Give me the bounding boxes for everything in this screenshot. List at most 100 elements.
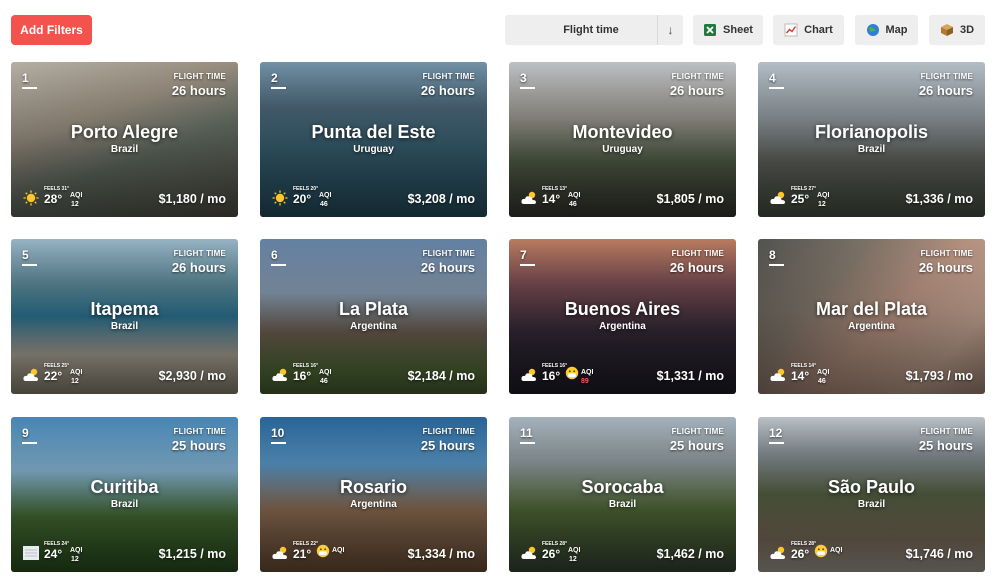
- rank-underline: [769, 264, 784, 266]
- city-name: Buenos Aires: [564, 299, 681, 319]
- city-card[interactable]: 11 FLIGHT TIME 25 hours Sorocaba Brazil FEELS…: [509, 417, 736, 572]
- cost-of-living: $1,215 / mo: [158, 547, 226, 561]
- cost-of-living: $2,930 / mo: [158, 369, 226, 383]
- aqi-label: AQI: [319, 369, 332, 376]
- country-name: Brazil: [857, 499, 886, 510]
- flight-time-value: 26 hours: [918, 83, 973, 98]
- temperature: 21°: [293, 547, 312, 561]
- rank-underline: [22, 87, 37, 89]
- flight-time-value: 25 hours: [420, 438, 475, 453]
- flight-time-value: 26 hours: [669, 83, 724, 98]
- sort-direction-arrow-icon[interactable]: ↓: [657, 15, 683, 45]
- temperature: 20°: [293, 192, 312, 206]
- 3d-button[interactable]: 3D: [929, 15, 985, 45]
- mask-face-icon: [814, 544, 828, 558]
- cloud-icon: [271, 367, 289, 383]
- temperature: 26°: [542, 547, 561, 561]
- aqi-label: AQI: [817, 192, 830, 199]
- rank-number: 2: [271, 71, 278, 85]
- rank-number: 9: [22, 426, 29, 440]
- country-name: Brazil: [608, 499, 637, 510]
- flight-time-value: 26 hours: [420, 83, 475, 98]
- temperature: 16°: [293, 369, 312, 383]
- city-card[interactable]: 1 FLIGHT TIME 26 hours Porto Alegre Brazil FE…: [11, 62, 238, 217]
- flight-time-label: FLIGHT TIME: [422, 72, 475, 81]
- flight-time-label: FLIGHT TIME: [173, 427, 226, 436]
- rank-underline: [769, 442, 784, 444]
- temperature: 16°: [542, 369, 561, 383]
- chart-button[interactable]: Chart: [773, 15, 844, 45]
- aqi-label: AQI: [830, 547, 843, 554]
- aqi-value: 12: [569, 556, 577, 563]
- flight-time-label: FLIGHT TIME: [173, 249, 226, 258]
- temperature: 22°: [44, 369, 63, 383]
- add-filters-button[interactable]: Add Filters: [11, 15, 92, 45]
- flight-time-value: 26 hours: [420, 260, 475, 275]
- aqi-label: AQI: [568, 547, 581, 554]
- cloud-icon: [769, 545, 787, 561]
- aqi-value: 46: [320, 201, 328, 208]
- cloud-icon: [520, 367, 538, 383]
- city-card[interactable]: 10 FLIGHT TIME 25 hours Rosario Argentina FEE…: [260, 417, 487, 572]
- aqi-label: AQI: [70, 192, 83, 199]
- rank-number: 1: [22, 71, 29, 85]
- rank-number: 3: [520, 71, 527, 85]
- country-name: Uruguay: [353, 144, 394, 155]
- cost-of-living: $1,793 / mo: [905, 369, 973, 383]
- flight-time-value: 25 hours: [918, 438, 973, 453]
- city-card[interactable]: 3 FLIGHT TIME 26 hours Montevideo Uruguay FEE…: [509, 62, 736, 217]
- country-name: Brazil: [110, 321, 139, 332]
- city-name: Montevideo: [572, 122, 673, 142]
- cost-of-living: $1,462 / mo: [656, 547, 724, 561]
- sort-select[interactable]: Flight time ↓: [505, 15, 683, 45]
- city-card[interactable]: 5 FLIGHT TIME 26 hours Itapema Brazil FEELS 2…: [11, 239, 238, 394]
- temperature: 14°: [791, 369, 810, 383]
- city-card[interactable]: 4 FLIGHT TIME 26 hours Florianopolis Brazil F…: [758, 62, 985, 217]
- aqi-label: AQI: [817, 369, 830, 376]
- cloud-icon: [769, 367, 787, 383]
- city-name: La Plata: [338, 299, 409, 319]
- country-name: Brazil: [110, 144, 139, 155]
- country-name: Brazil: [110, 499, 139, 510]
- aqi-value: 12: [71, 378, 79, 385]
- cost-of-living: $1,805 / mo: [656, 192, 724, 206]
- mask-face-icon: [316, 544, 330, 558]
- aqi-label: AQI: [332, 547, 345, 554]
- country-name: Brazil: [857, 144, 886, 155]
- map-button[interactable]: Map: [855, 15, 918, 45]
- rank-underline: [271, 442, 286, 444]
- rank-underline: [769, 87, 784, 89]
- cloud-icon: [22, 367, 40, 383]
- fog-icon: [22, 545, 40, 561]
- sheet-button[interactable]: Sheet: [693, 15, 763, 45]
- spreadsheet-icon: [703, 23, 717, 37]
- temperature: 28°: [44, 192, 63, 206]
- cost-of-living: $1,334 / mo: [407, 547, 475, 561]
- cost-of-living: $1,336 / mo: [905, 192, 973, 206]
- flight-time-value: 26 hours: [171, 260, 226, 275]
- flight-time-value: 26 hours: [669, 260, 724, 275]
- sheet-button-label: Sheet: [723, 24, 753, 36]
- city-card[interactable]: 9 FLIGHT TIME 25 hours Curitiba Brazil FEELS …: [11, 417, 238, 572]
- cloud-icon: [271, 545, 289, 561]
- cost-of-living: $1,180 / mo: [158, 192, 226, 206]
- city-card[interactable]: 8 FLIGHT TIME 26 hours Mar del Plata Argenti…: [758, 239, 985, 394]
- map-button-label: Map: [885, 24, 908, 36]
- city-card[interactable]: 12 FLIGHT TIME 25 hours São Paulo Brazil FEEL…: [758, 417, 985, 572]
- sort-select-label: Flight time: [563, 24, 619, 36]
- cloud-icon: [520, 545, 538, 561]
- city-name: Rosario: [339, 477, 408, 497]
- rank-number: 6: [271, 248, 278, 262]
- flight-time-label: FLIGHT TIME: [920, 72, 973, 81]
- aqi-label: AQI: [581, 369, 594, 376]
- aqi-label: AQI: [70, 547, 83, 554]
- aqi-value: 46: [818, 378, 826, 385]
- city-name: Itapema: [90, 299, 159, 319]
- city-card[interactable]: 2 FLIGHT TIME 26 hours Punta del Este Urugua…: [260, 62, 487, 217]
- flight-time-label: FLIGHT TIME: [422, 249, 475, 258]
- city-card[interactable]: 7 FLIGHT TIME 26 hours Buenos Aires Argentin…: [509, 239, 736, 394]
- country-name: Argentina: [350, 499, 397, 510]
- city-card[interactable]: 6 FLIGHT TIME 26 hours La Plata Argentina FEE…: [260, 239, 487, 394]
- flight-time-label: FLIGHT TIME: [920, 427, 973, 436]
- flight-time-value: 26 hours: [171, 83, 226, 98]
